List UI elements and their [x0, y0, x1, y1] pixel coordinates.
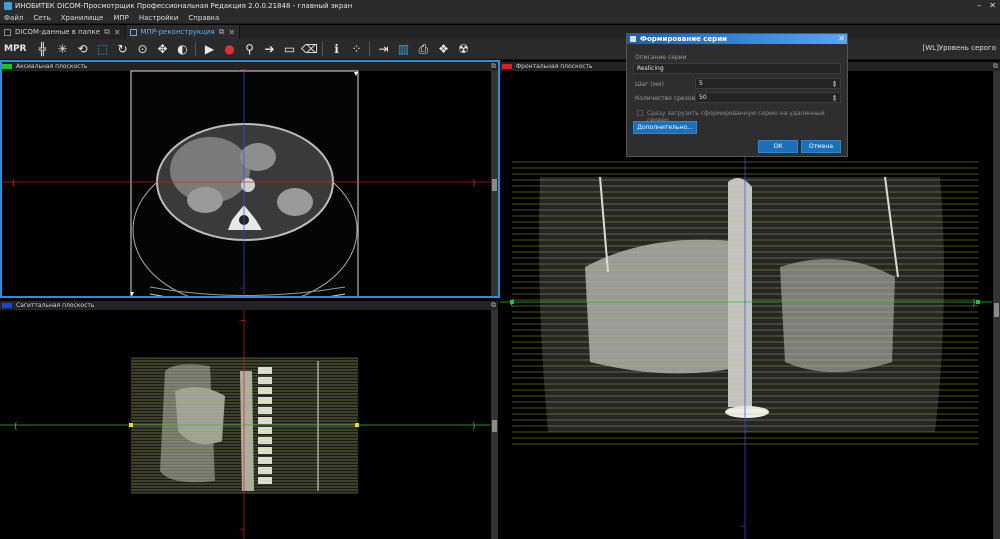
svg-text:⌒: ⌒ — [239, 69, 247, 78]
svg-text:): ) — [472, 422, 476, 432]
sagittal-scrollbar-thumb[interactable] — [492, 420, 497, 432]
info-icon[interactable]: ℹ — [326, 40, 346, 58]
count-spinner-icon[interactable]: ▲ ▼ — [833, 94, 836, 102]
crosshair-icon[interactable]: ╬ — [32, 40, 52, 58]
pan-icon[interactable]: ✥ — [152, 40, 172, 58]
svg-text:⌣: ⌣ — [239, 524, 244, 533]
svg-text:⌣: ⌣ — [740, 521, 745, 530]
tab-mpr-label: МПР-реконструкция — [140, 28, 215, 36]
window-titlebar: ИНОБИТЕК DICOM-Просмотрщик Профессиональ… — [0, 0, 1000, 12]
tab-dicom-folder[interactable]: DICOM-данные в папке ⧉ ✕ — [0, 25, 126, 39]
step-field[interactable]: 5 — [695, 78, 841, 89]
menu-network[interactable]: Сеть — [33, 14, 50, 22]
axial-viewport[interactable]: Аксиальная плоскость ⧉ ⌒ ⌣ ( ) — [0, 62, 498, 298]
dialog-body: Описание серии Reslicing Шаг (мм) 5 ▲ ▼ К… — [627, 44, 847, 158]
sagittal-viewport[interactable]: Сагиттальная плоскость ⧉ () ⌒ ⌣ — [0, 301, 498, 539]
axial-scrollbar[interactable] — [491, 71, 498, 298]
menu-file[interactable]: Файл — [4, 14, 23, 22]
step-spinner-icon[interactable]: ▲ ▼ — [833, 80, 836, 88]
tab-close-icon[interactable]: ✕ — [228, 28, 235, 37]
svg-text:⌒: ⌒ — [239, 320, 247, 329]
tab-mpr-reconstruction[interactable]: МПР-реконструкция ⧉ ✕ — [125, 25, 241, 39]
dialog-titlebar[interactable]: Формирование серии ✕ — [627, 34, 847, 44]
rotate3d-icon[interactable]: ⟲ — [72, 40, 92, 58]
scroll-icon[interactable]: ✳ — [52, 40, 72, 58]
dialog-close-icon[interactable]: ✕ — [838, 34, 845, 43]
advanced-button[interactable]: Дополнительно... — [633, 121, 697, 134]
menu-storage[interactable]: Хранилище — [61, 14, 104, 22]
menu-help[interactable]: Справка — [188, 14, 219, 22]
minimize-button[interactable]: – — [977, 1, 981, 10]
contrast-icon[interactable]: ◐ — [172, 40, 192, 58]
dialog-app-icon — [630, 36, 636, 42]
svg-text:): ) — [972, 299, 976, 309]
series-icon[interactable]: ▥ — [393, 40, 413, 58]
toolbar-divider — [369, 42, 371, 56]
folder-icon — [4, 28, 11, 36]
upload-checkbox[interactable] — [637, 110, 643, 116]
toolbar-divider — [322, 42, 324, 56]
radiation-icon[interactable]: ☢ — [453, 40, 473, 58]
export-icon[interactable]: ⇥ — [373, 40, 393, 58]
svg-text:): ) — [472, 179, 476, 189]
tab-dicom-folder-label: DICOM-данные в папке — [15, 28, 101, 36]
dialog-title: Формирование серии — [640, 35, 728, 43]
series-desc-field[interactable]: Reslicing — [633, 63, 841, 74]
print-icon[interactable]: ⎙ — [413, 40, 433, 58]
app-logo-icon — [4, 2, 12, 10]
mpr-mode-label[interactable]: MPR — [4, 44, 26, 54]
toolbar-divider — [195, 42, 197, 56]
step-label: Шаг (мм) — [635, 81, 664, 88]
mpr-tab-icon — [129, 28, 137, 36]
arrow-icon[interactable]: ➔ — [259, 40, 279, 58]
frontal-scrollbar[interactable] — [993, 71, 1000, 539]
mpr-tool-icon[interactable]: ⬚ — [92, 40, 112, 58]
tab-restore-icon[interactable]: ⧉ — [219, 27, 225, 37]
frontal-scrollbar-thumb[interactable] — [994, 303, 999, 317]
menu-mpr[interactable]: МПР — [113, 14, 129, 22]
main-toolbar: MPR ╬ ✳ ⟲ ⬚ ↻ ⊙ ✥ ◐ ▶ ● ⚲ ➔ ▭ ⌫ ℹ ⁘ ⇥ ▥ … — [0, 39, 1000, 60]
svg-text:⌣: ⌣ — [239, 283, 244, 292]
slice-count-field[interactable]: 50 — [695, 92, 841, 103]
record-icon[interactable]: ● — [219, 40, 239, 58]
pin-icon[interactable]: ⚲ — [239, 40, 259, 58]
close-button[interactable]: ✕ — [989, 1, 996, 10]
cancel-button[interactable]: Отмена — [801, 140, 841, 153]
tab-restore-icon[interactable]: ⧉ — [104, 27, 110, 37]
svg-text:(: ( — [14, 422, 18, 432]
sagittal-ct-image: ( ) ⌒ ⌣ — [0, 310, 490, 539]
menu-bar: Файл Сеть Хранилище МПР Настройки Справк… — [0, 12, 1000, 24]
rotate-icon[interactable]: ↻ — [112, 40, 132, 58]
window-title: ИНОБИТЕК DICOM-Просмотрщик Профессиональ… — [15, 2, 353, 10]
ok-button[interactable]: ОК — [758, 140, 798, 153]
sagittal-scrollbar[interactable] — [491, 310, 498, 539]
volume-icon[interactable]: ❖ — [433, 40, 453, 58]
window-level-label[interactable]: [WL]Уровень серого — [923, 44, 996, 52]
series-desc-label: Описание серии — [635, 54, 687, 61]
slice-count-label: Количество срезов — [635, 95, 696, 102]
zoom-icon[interactable]: ⊙ — [132, 40, 152, 58]
axial-ct-image: ⌒ ⌣ ( ) — [0, 69, 498, 298]
axial-scrollbar-thumb[interactable] — [492, 179, 497, 191]
dots-icon[interactable]: ⁘ — [346, 40, 366, 58]
tab-bar: DICOM-данные в папке ⧉ ✕ МПР-реконструкц… — [0, 25, 1000, 39]
eraser-icon[interactable]: ⌫ — [299, 40, 319, 58]
tab-close-icon[interactable]: ✕ — [114, 28, 121, 37]
svg-text:(: ( — [12, 179, 16, 189]
play-icon[interactable]: ▶ — [199, 40, 219, 58]
form-series-dialog: Формирование серии ✕ Описание серии Resl… — [626, 33, 848, 157]
menu-settings[interactable]: Настройки — [139, 14, 179, 22]
ruler-icon[interactable]: ▭ — [279, 40, 299, 58]
